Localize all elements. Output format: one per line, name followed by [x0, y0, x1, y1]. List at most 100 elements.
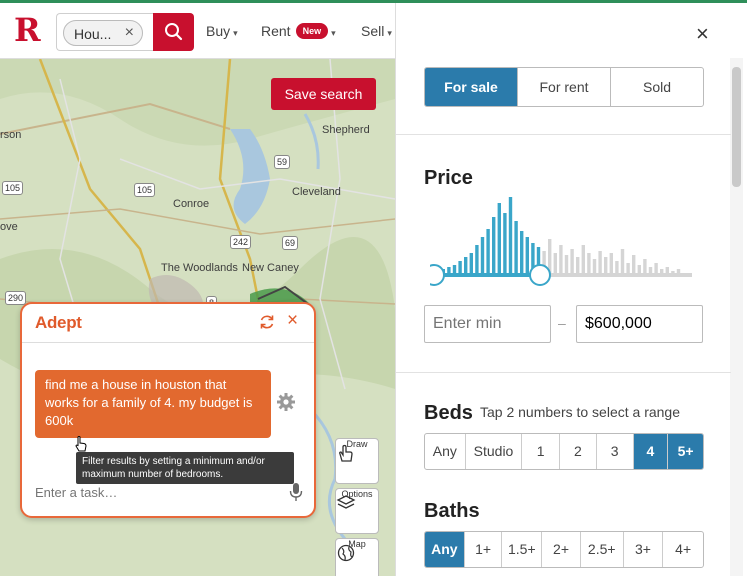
histogram-bar	[643, 259, 647, 275]
histogram-bar	[553, 253, 557, 275]
tooltip: Filter results by setting a minimum and/…	[76, 452, 294, 484]
beds-selector: Any Studio 1 2 3 4 5+	[424, 433, 704, 470]
baths-option-2-5-plus[interactable]: 2.5+	[581, 532, 624, 567]
brand-logo[interactable]: R	[14, 11, 41, 49]
histogram-bar	[576, 257, 580, 275]
price-heading: Price	[424, 167, 473, 189]
histogram-bar	[469, 253, 473, 275]
nav-sell-label: Sell	[361, 23, 385, 39]
price-min-input[interactable]	[424, 305, 551, 343]
map-type-button[interactable]: Map	[335, 538, 379, 576]
chevron-down-icon: ▾	[331, 28, 336, 38]
highway-shield: 242	[230, 235, 252, 249]
histogram-bar	[598, 251, 602, 275]
price-histogram	[430, 197, 692, 286]
divider	[396, 134, 731, 135]
price-min-handle[interactable]	[430, 264, 445, 286]
histogram-bar	[604, 257, 608, 275]
histogram-bar	[520, 231, 524, 275]
listing-type-sold[interactable]: Sold	[611, 68, 703, 106]
location-chip[interactable]: Hou... ×	[63, 20, 143, 46]
histogram-bar	[592, 259, 597, 275]
map-label: New Caney	[242, 262, 299, 274]
draw-tool-button[interactable]: Draw	[335, 438, 379, 484]
divider	[22, 342, 314, 343]
location-search-box[interactable]: Hou... ×	[56, 13, 154, 51]
histogram-bar	[508, 197, 513, 275]
histogram-bar	[464, 257, 468, 275]
user-message-bubble: find me a house in houston that works fo…	[35, 370, 271, 438]
highway-shield: 105	[134, 183, 156, 197]
baths-option-4-plus[interactable]: 4+	[663, 532, 703, 567]
map-label: Conroe	[173, 198, 210, 210]
filters-panel: × For sale For rent Sold Price – Beds Ta…	[395, 3, 747, 576]
histogram-bar	[475, 245, 479, 275]
beds-option-1[interactable]: 1	[522, 434, 561, 469]
histogram-bar	[559, 245, 563, 275]
nav-buy-label: Buy	[206, 23, 231, 39]
close-icon[interactable]: ×	[287, 310, 298, 332]
nav-sell[interactable]: Sell ▾	[361, 23, 392, 39]
hand-icon	[339, 444, 353, 462]
options-tool-button[interactable]: Options	[335, 488, 379, 534]
scrollbar-thumb[interactable]	[732, 67, 741, 187]
top-accent-strip	[0, 0, 747, 3]
histogram-bar	[486, 229, 490, 275]
beds-option-3[interactable]: 3	[597, 434, 634, 469]
search-icon	[165, 23, 183, 41]
slider-range-fill	[432, 273, 542, 277]
map-label: ove	[0, 221, 18, 233]
highway-shield: 290	[5, 291, 27, 305]
histogram-bar	[458, 261, 462, 275]
baths-selector: Any 1+ 1.5+ 2+ 2.5+ 3+ 4+	[424, 531, 704, 568]
beds-option-5-plus[interactable]: 5+	[668, 434, 703, 469]
histogram-bar	[514, 221, 518, 275]
map-label: The Woodlands	[161, 262, 238, 274]
beds-option-any[interactable]: Any	[425, 434, 466, 469]
adept-title: Adept	[35, 313, 82, 332]
beds-hint: Tap 2 numbers to select a range	[480, 404, 681, 420]
nav-buy[interactable]: Buy ▾	[206, 23, 238, 39]
beds-option-4[interactable]: 4	[633, 434, 669, 469]
beds-heading: Beds	[424, 402, 473, 424]
listing-type-for-sale[interactable]: For sale	[425, 68, 518, 106]
baths-option-2-plus[interactable]: 2+	[542, 532, 581, 567]
price-max-handle[interactable]	[529, 264, 551, 286]
search-button[interactable]	[153, 13, 194, 51]
divider	[396, 372, 731, 373]
gear-icon[interactable]	[276, 392, 296, 412]
microphone-icon[interactable]	[289, 482, 303, 502]
histogram-bar	[497, 203, 501, 275]
histogram-bar	[525, 237, 529, 275]
location-chip-label: Hou...	[74, 26, 112, 42]
histogram-bar	[480, 237, 485, 275]
pointer-cursor-icon	[75, 436, 87, 452]
histogram-bar	[581, 245, 585, 275]
histogram-bar	[615, 261, 619, 275]
baths-option-3-plus[interactable]: 3+	[624, 532, 664, 567]
baths-option-1-5-plus[interactable]: 1.5+	[502, 532, 543, 567]
beds-option-studio[interactable]: Studio	[466, 434, 523, 469]
close-icon[interactable]: ×	[696, 21, 709, 47]
highway-shield: 69	[282, 236, 299, 250]
task-input[interactable]	[35, 482, 275, 502]
chevron-down-icon: ▾	[387, 28, 392, 38]
chip-remove-icon[interactable]: ×	[125, 24, 134, 42]
price-max-input[interactable]	[576, 305, 703, 343]
baths-option-1-plus[interactable]: 1+	[465, 532, 503, 567]
save-search-button[interactable]: Save search	[271, 78, 376, 110]
beds-option-2[interactable]: 2	[560, 434, 597, 469]
highway-shield: 105	[2, 181, 24, 195]
histogram-bar	[609, 253, 613, 275]
refresh-icon[interactable]	[258, 313, 276, 331]
nav-rent[interactable]: Rent New ▾	[261, 23, 336, 39]
globe-icon	[337, 544, 355, 562]
baths-option-any[interactable]: Any	[425, 532, 465, 567]
map-label: rson	[0, 129, 22, 141]
highway-shield: 59	[274, 155, 291, 169]
listing-type-for-rent[interactable]: For rent	[518, 68, 611, 106]
layers-icon	[336, 495, 356, 509]
histogram-bar	[587, 253, 591, 275]
nav-rent-label: Rent	[261, 23, 291, 39]
histogram-bar	[564, 255, 569, 275]
